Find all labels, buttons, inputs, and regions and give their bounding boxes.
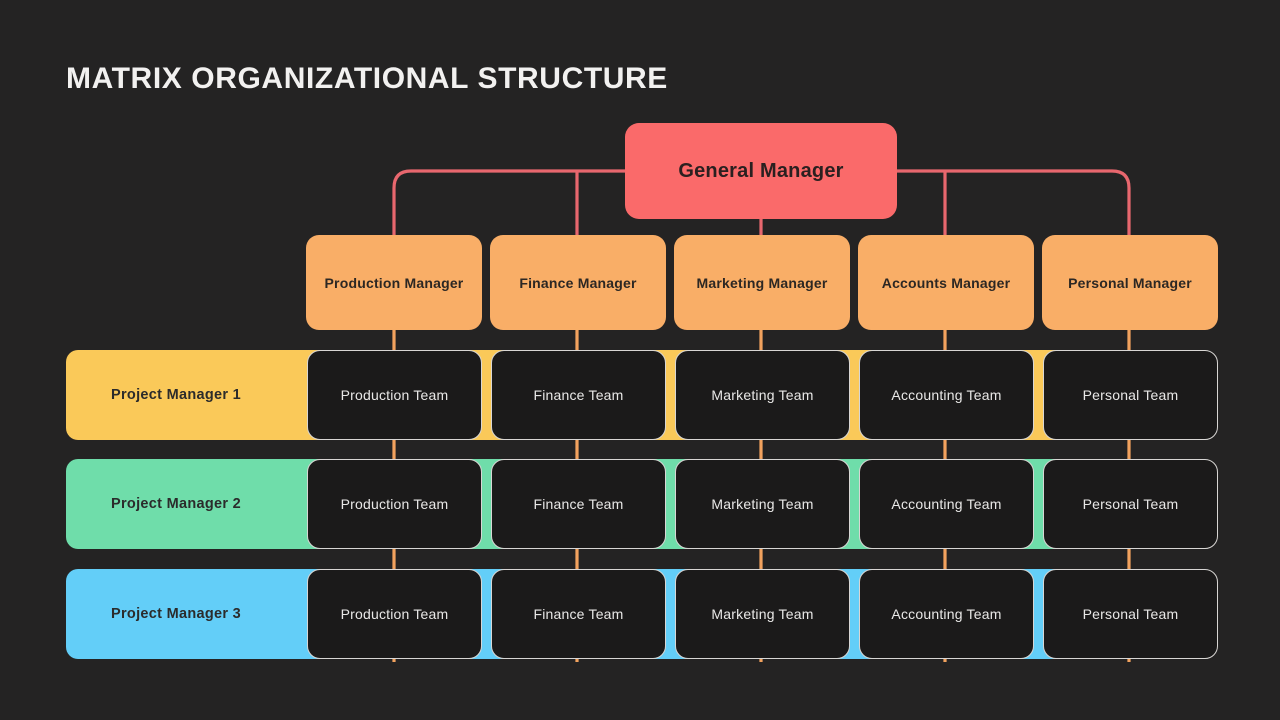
node-team-marketing-3[interactable]: Marketing Team: [675, 569, 850, 659]
node-team-personal-3[interactable]: Personal Team: [1043, 569, 1218, 659]
team-label: Accounting Team: [891, 606, 1002, 622]
manager-label: Production Manager: [324, 274, 464, 291]
node-manager-production[interactable]: Production Manager: [306, 235, 482, 330]
project-manager-label-2: Project Manager 2: [111, 496, 242, 512]
node-team-finance-2[interactable]: Finance Team: [491, 459, 666, 549]
team-label: Finance Team: [533, 496, 624, 512]
team-label: Accounting Team: [891, 387, 1002, 403]
node-manager-personal[interactable]: Personal Manager: [1042, 235, 1218, 330]
team-label: Personal Team: [1082, 387, 1179, 403]
node-team-accounting-3[interactable]: Accounting Team: [859, 569, 1034, 659]
team-label: Marketing Team: [711, 606, 814, 622]
team-label: Finance Team: [533, 606, 624, 622]
node-team-accounting-1[interactable]: Accounting Team: [859, 350, 1034, 440]
node-team-marketing-2[interactable]: Marketing Team: [675, 459, 850, 549]
node-team-finance-3[interactable]: Finance Team: [491, 569, 666, 659]
org-chart-canvas: MATRIX ORGANIZATIONAL STRUCTURE Project …: [0, 0, 1280, 720]
node-manager-accounts[interactable]: Accounts Manager: [858, 235, 1034, 330]
team-label: Personal Team: [1082, 606, 1179, 622]
team-label: Marketing Team: [711, 496, 814, 512]
node-manager-marketing[interactable]: Marketing Manager: [674, 235, 850, 330]
node-team-marketing-1[interactable]: Marketing Team: [675, 350, 850, 440]
project-manager-label-1: Project Manager 1: [111, 387, 242, 403]
team-label: Personal Team: [1082, 496, 1179, 512]
manager-label: Finance Manager: [519, 274, 637, 291]
team-label: Accounting Team: [891, 496, 1002, 512]
manager-label: Marketing Manager: [696, 274, 828, 291]
project-manager-label-3: Project Manager 3: [111, 606, 242, 622]
manager-label: Accounts Manager: [881, 274, 1011, 291]
manager-label: Personal Manager: [1068, 274, 1192, 291]
node-manager-finance[interactable]: Finance Manager: [490, 235, 666, 330]
general-manager-label: General Manager: [678, 159, 844, 182]
node-team-production-2[interactable]: Production Team: [307, 459, 482, 549]
node-team-personal-2[interactable]: Personal Team: [1043, 459, 1218, 549]
team-label: Production Team: [340, 496, 449, 512]
node-team-finance-1[interactable]: Finance Team: [491, 350, 666, 440]
node-team-accounting-2[interactable]: Accounting Team: [859, 459, 1034, 549]
node-team-production-3[interactable]: Production Team: [307, 569, 482, 659]
team-label: Production Team: [340, 606, 449, 622]
page-title: MATRIX ORGANIZATIONAL STRUCTURE: [66, 62, 668, 95]
node-team-production-1[interactable]: Production Team: [307, 350, 482, 440]
node-general-manager[interactable]: General Manager: [625, 123, 897, 219]
team-label: Production Team: [340, 387, 449, 403]
team-label: Finance Team: [533, 387, 624, 403]
node-team-personal-1[interactable]: Personal Team: [1043, 350, 1218, 440]
team-label: Marketing Team: [711, 387, 814, 403]
